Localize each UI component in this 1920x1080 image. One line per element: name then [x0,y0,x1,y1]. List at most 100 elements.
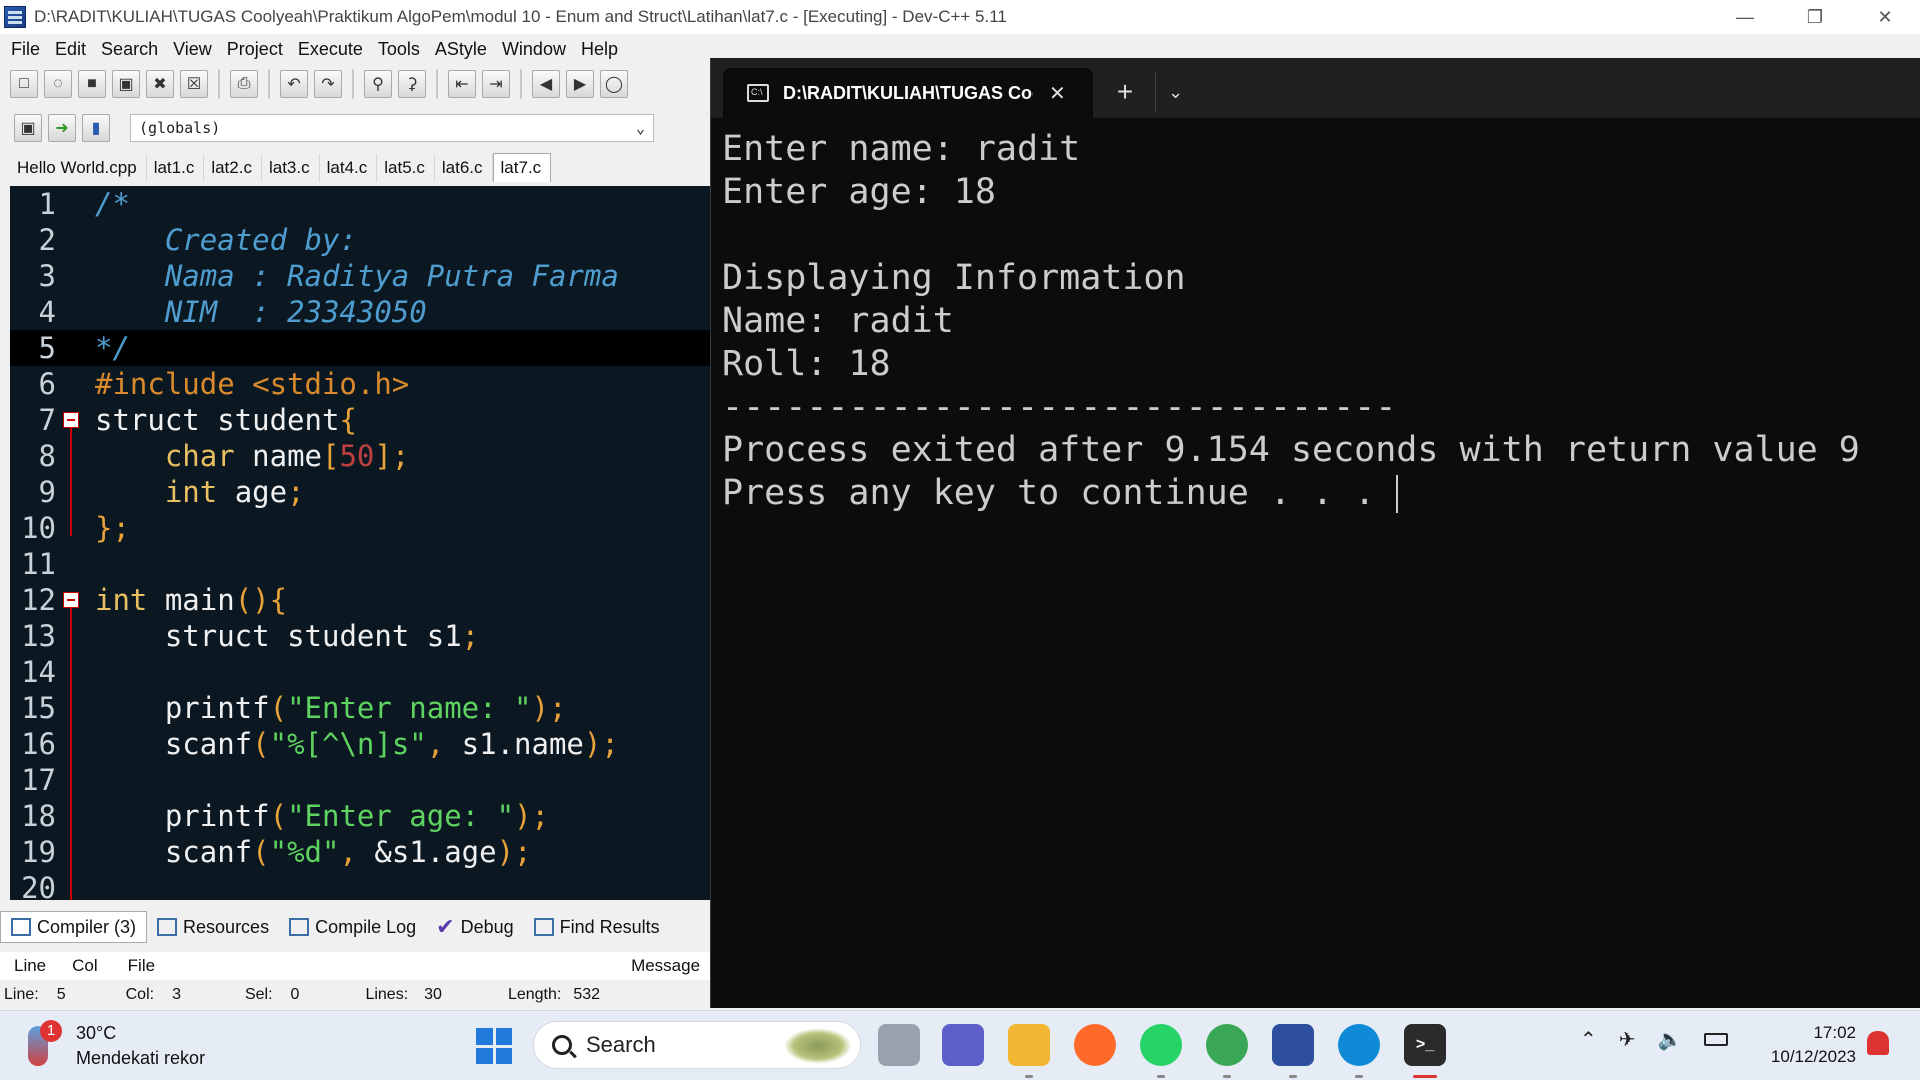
tab-compiler-label: Compiler (3) [37,916,137,937]
menu-file[interactable]: File [11,39,40,60]
tab-compile-log[interactable]: Compile Log [279,911,426,943]
terminal-window[interactable]: C:\ D:\RADIT\KULIAH\TUGAS Coc ✕ + ⌄ Ente… [710,58,1920,1008]
scope-select[interactable]: (globals) ⌄ [130,114,654,142]
save-icon[interactable]: ■ [78,70,106,98]
code-line[interactable]: 3 Nama : Raditya Putra Farma [10,258,710,294]
tab-debug[interactable]: ✔ Debug [426,911,523,943]
file-explorer-icon[interactable] [1008,1024,1050,1066]
menu-astyle[interactable]: AStyle [435,39,487,60]
code-line[interactable]: 5 */ [10,330,710,366]
find-icon[interactable]: ⚲ [364,70,392,98]
code-line[interactable]: 19 scanf("%d", &s1.age); [10,834,710,870]
windows-start-icon[interactable] [476,1028,512,1064]
fold-collapse-icon[interactable] [63,592,79,608]
forward-icon[interactable]: ▶ [566,70,594,98]
print-icon[interactable]: ⎙ [230,70,258,98]
column-file[interactable]: File [128,956,155,976]
code-line[interactable]: 15 printf("Enter name: "); [10,690,710,726]
edge-icon[interactable] [1338,1024,1380,1066]
tab-lat1[interactable]: lat1.c [147,154,205,182]
bookmark-icon[interactable]: ◯ [600,70,628,98]
open-file-icon[interactable]: ◌ [44,70,72,98]
tab-lat3[interactable]: lat3.c [262,154,320,182]
firefox-icon[interactable] [1074,1024,1116,1066]
teams-chat-icon[interactable] [942,1024,984,1066]
code-line[interactable]: 12 int main(){ [10,582,710,618]
indent-icon[interactable]: ⇤ [448,70,476,98]
goto-icon[interactable]: ➜ [48,114,76,142]
close-button[interactable]: ✕ [1850,0,1920,34]
menu-project[interactable]: Project [227,39,283,60]
tab-compiler[interactable]: Compiler (3) [0,911,148,943]
code-line[interactable]: 8 char name[50]; [10,438,710,474]
redo-icon[interactable]: ↷ [314,70,342,98]
code-line[interactable]: 6 #include <stdio.h> [10,366,710,402]
code-line[interactable]: 11 [10,546,710,582]
menu-window[interactable]: Window [502,39,566,60]
tab-find-results[interactable]: Find Results [524,911,670,943]
code-line[interactable]: 16 scanf("%[^\n]s", s1.name); [10,726,710,762]
close-tab-icon[interactable]: ✕ [1049,81,1066,106]
tab-lat7[interactable]: lat7.c [492,153,552,182]
column-line[interactable]: Line [14,956,46,976]
status-col-value: 3 [172,986,181,1003]
terminal-output[interactable]: Enter name: radit Enter age: 18 Displaying… [722,128,1912,515]
close-all-icon[interactable]: ☒ [180,70,208,98]
terminal-tab[interactable]: C:\ D:\RADIT\KULIAH\TUGAS Coc ✕ [723,68,1093,118]
new-tab-plus-icon[interactable]: + [1105,72,1145,112]
menu-view[interactable]: View [173,39,212,60]
task-view-icon[interactable] [878,1024,920,1066]
notification-bell-icon[interactable] [1867,1031,1889,1055]
close-file-icon[interactable]: ✖ [146,70,174,98]
code-line[interactable]: 7 struct student{ [10,402,710,438]
new-file-icon[interactable]: □ [10,70,38,98]
code-line[interactable]: 20 [10,870,710,900]
column-message[interactable]: Message [631,956,700,976]
code-line[interactable]: 4 NIM : 23343050 [10,294,710,330]
code-line[interactable]: 14 [10,654,710,690]
code-line[interactable]: 13 struct student s1; [10,618,710,654]
menu-edit[interactable]: Edit [55,39,86,60]
fold-collapse-icon[interactable] [63,412,79,428]
code-line[interactable]: 1 /* [10,186,710,222]
menu-search[interactable]: Search [101,39,158,60]
column-col[interactable]: Col [72,956,98,976]
tab-resources[interactable]: Resources [147,911,279,943]
volume-icon[interactable]: 🔈 [1658,1027,1683,1052]
menu-execute[interactable]: Execute [298,39,363,60]
menu-help[interactable]: Help [581,39,618,60]
chevron-down-icon[interactable]: ⌄ [1155,72,1195,112]
unindent-icon[interactable]: ⇥ [482,70,510,98]
tab-lat6[interactable]: lat6.c [435,154,493,182]
code-editor[interactable]: 1/* 2 Created by: 3 Nama : Raditya Putra F… [10,186,710,900]
minimize-button[interactable]: — [1710,0,1780,34]
code-line[interactable]: 17 [10,762,710,798]
undo-icon[interactable]: ↶ [280,70,308,98]
chrome-icon[interactable] [1206,1024,1248,1066]
clock[interactable]: 17:02 10/12/2023 [1752,1021,1856,1069]
replace-icon[interactable]: ⚳ [398,70,426,98]
devcpp-icon[interactable] [1272,1024,1314,1066]
back-icon[interactable]: ◀ [532,70,560,98]
tab-lat2[interactable]: lat2.c [204,154,262,182]
whatsapp-icon[interactable] [1140,1024,1182,1066]
airplane-mode-icon[interactable]: ✈ [1619,1027,1636,1052]
terminal-icon[interactable]: >_ [1404,1024,1446,1066]
code-line[interactable]: 18 printf("Enter age: "); [10,798,710,834]
taskbar-search[interactable]: Search [533,1021,861,1069]
tab-hello-world[interactable]: Hello World.cpp [10,154,147,182]
battery-icon[interactable] [1704,1033,1729,1046]
menu-tools[interactable]: Tools [378,39,420,60]
tab-lat4[interactable]: lat4.c [320,154,378,182]
file-tabs: Hello World.cpp lat1.c lat2.c lat3.c lat… [10,152,710,182]
bookmark-list-icon[interactable]: ▮ [82,114,110,142]
tab-lat5[interactable]: lat5.c [377,154,435,182]
code-line[interactable]: 9 int age; [10,474,710,510]
weather-widget[interactable]: 1 30°C Mendekati rekor [28,1020,205,1071]
class-browser-icon[interactable]: ▣ [14,114,42,142]
chevron-up-icon[interactable]: ⌃ [1580,1027,1597,1052]
code-line[interactable]: 2 Created by: [10,222,710,258]
maximize-button[interactable]: ❐ [1780,0,1850,34]
code-line[interactable]: 10}; [10,510,710,546]
save-all-icon[interactable]: ▣ [112,70,140,98]
